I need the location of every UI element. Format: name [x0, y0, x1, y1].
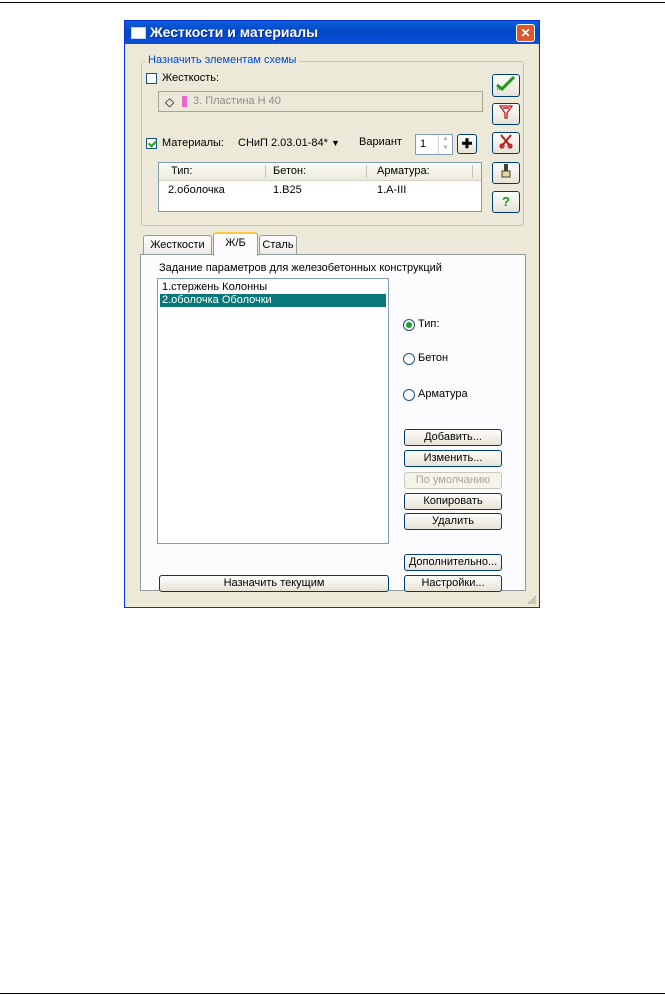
window-icon — [131, 27, 146, 39]
stiffness-value: 3. Пластина H 40 — [193, 95, 281, 107]
stiffness-field: ◇ 3. Пластина H 40 — [158, 91, 483, 112]
stiffness-checkbox[interactable] — [146, 73, 157, 84]
column-separator — [265, 165, 266, 178]
rc-type-list[interactable]: 1.стержень Колонны 2.оболочка Оболочки — [157, 278, 389, 544]
spinner-arrows-icon[interactable]: ▲ ▼ — [438, 135, 452, 154]
chevron-down-icon: ▼ — [330, 138, 340, 148]
window-title: Жесткости и материалы — [150, 24, 319, 40]
radio-concrete-label: Бетон — [418, 352, 449, 364]
stiffness-label: Жесткость: — [162, 72, 220, 84]
apply-icon — [496, 75, 516, 92]
assign-group-legend: Назначить элементам схемы — [145, 54, 300, 66]
delete-button[interactable]: Удалить — [404, 513, 502, 530]
variant-value: 1 — [420, 138, 427, 150]
plate-icon: ◇ — [165, 95, 175, 109]
variant-label: Вариант — [359, 136, 402, 148]
add-button[interactable]: Добавить... — [404, 429, 502, 446]
tab-steel[interactable]: Сталь — [259, 235, 297, 255]
materials-table[interactable]: Тип: Бетон: Арматура: 2.оболочка 1.B25 1… — [158, 162, 482, 212]
list-item-selected[interactable]: 2.оболочка Оболочки — [160, 294, 386, 307]
list-item[interactable]: 1.стержень Колонны — [160, 281, 386, 294]
brush-button[interactable] — [492, 162, 520, 184]
column-separator — [472, 165, 473, 178]
materials-checkbox[interactable] — [146, 138, 157, 149]
edit-button[interactable]: Изменить... — [404, 450, 502, 467]
apply-button[interactable] — [492, 74, 520, 97]
stiffness-materials-dialog: Жесткости и материалы ✕ Назначить элемен… — [124, 20, 540, 608]
settings-button[interactable]: Настройки... — [404, 575, 502, 592]
cell-type: 2.оболочка — [168, 184, 225, 196]
delete-selection-button[interactable] — [492, 132, 520, 154]
radio-type-label: Тип: — [418, 318, 440, 330]
filter-button[interactable] — [492, 103, 520, 125]
radio-type[interactable] — [403, 319, 415, 331]
cell-rebar: 1.A-III — [377, 184, 407, 196]
rc-tab-panel: Задание параметров для железобетонных ко… — [140, 254, 526, 592]
resize-grip-icon[interactable] — [527, 595, 537, 605]
help-button[interactable]: ? — [492, 191, 520, 213]
close-button[interactable]: ✕ — [516, 24, 535, 42]
title-bar[interactable]: Жесткости и материалы ✕ — [125, 21, 539, 44]
cut-icon — [499, 134, 513, 149]
norm-dropdown[interactable]: СНиП 2.03.01-84* ▼ — [238, 137, 340, 149]
radio-rebar-label: Арматура — [418, 388, 468, 400]
color-marker — [182, 96, 187, 107]
add-variant-button[interactable]: ✚ — [457, 134, 477, 154]
page-bottom-rule — [0, 993, 665, 994]
header-rebar: Арматура: — [377, 165, 430, 177]
help-icon: ? — [502, 194, 510, 209]
header-type: Тип: — [171, 165, 193, 177]
page-top-rule — [0, 2, 665, 3]
panel-heading: Задание параметров для железобетонных ко… — [159, 262, 442, 274]
header-concrete: Бетон: — [273, 165, 307, 177]
column-separator — [366, 165, 367, 178]
assign-current-button[interactable]: Назначить текущим — [159, 575, 389, 592]
radio-concrete[interactable] — [403, 353, 415, 365]
copy-button[interactable]: Копировать — [404, 493, 502, 510]
default-button[interactable]: По умолчанию — [404, 472, 502, 489]
plus-icon: ✚ — [461, 136, 473, 151]
table-header: Тип: Бетон: Арматура: — [159, 163, 481, 181]
filter-icon — [498, 105, 514, 119]
tab-stiffness[interactable]: Жесткости — [143, 235, 212, 255]
norm-value: СНиП 2.03.01-84* — [238, 137, 328, 149]
brush-icon — [501, 164, 511, 178]
more-button[interactable]: Дополнительно... — [404, 554, 502, 571]
tab-reinforced-concrete[interactable]: Ж/Б — [213, 232, 258, 256]
cell-concrete: 1.B25 — [273, 184, 302, 196]
materials-label: Материалы: — [162, 137, 224, 149]
radio-rebar[interactable] — [403, 389, 415, 401]
